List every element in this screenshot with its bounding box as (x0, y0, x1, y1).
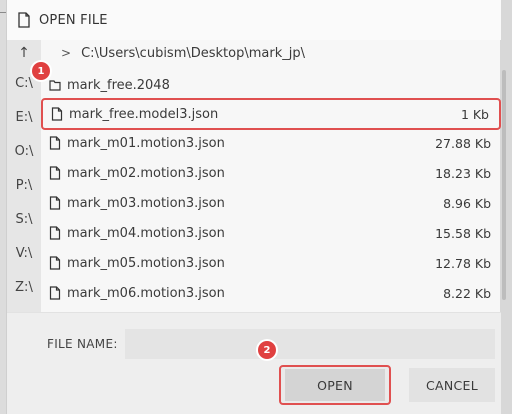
file-name: mark_m05.motion3.json (67, 255, 225, 271)
file-list: mark_free.2048 mark_free.model3.json 1 K… (41, 72, 501, 312)
file-name: mark_m06.motion3.json (67, 285, 225, 301)
list-item[interactable]: mark_m04.motion3.json 15.58 Kb (41, 218, 501, 248)
open-file-dialog: OPEN FILE ↑ C:\ E:\ O:\ P:\ S:\ V:\ Z:\ … (6, 0, 506, 414)
file-size: 18.23 Kb (435, 165, 491, 181)
file-icon (51, 107, 63, 121)
current-path: C:\Users\cubism\Desktop\mark_jp\ (81, 45, 305, 61)
drive-sidebar: ↑ C:\ E:\ O:\ P:\ S:\ V:\ Z:\ (7, 40, 41, 312)
file-size: 8.22 Kb (443, 285, 491, 301)
file-size: 15.58 Kb (435, 225, 491, 241)
file-name: mark_free.model3.json (69, 106, 219, 122)
list-item[interactable]: mark_m06.motion3.json 8.22 Kb (41, 278, 501, 308)
file-icon (18, 12, 30, 28)
open-button-label: OPEN (285, 369, 385, 401)
dialog-footer: FILE NAME: OPEN CANCEL (7, 312, 501, 414)
file-name-input[interactable] (125, 329, 495, 359)
path-breadcrumb[interactable]: > C:\Users\cubism\Desktop\mark_jp\ (41, 40, 501, 66)
list-item[interactable]: mark_m01.motion3.json 27.88 Kb (41, 128, 501, 158)
list-item-selected[interactable]: mark_free.model3.json 1 Kb (41, 98, 501, 130)
cancel-button[interactable]: CANCEL (409, 368, 495, 402)
list-item[interactable]: mark_m02.motion3.json 18.23 Kb (41, 158, 501, 188)
file-size: 8.96 Kb (443, 195, 491, 211)
chevron-right-icon: > (61, 46, 72, 60)
step-badge-2: 2 (258, 341, 276, 359)
list-item[interactable]: mark_m03.motion3.json 8.96 Kb (41, 188, 501, 218)
file-size: 1 Kb (460, 106, 489, 122)
drive-p-button[interactable]: P:\ (7, 168, 41, 202)
file-name: mark_m01.motion3.json (67, 135, 225, 151)
file-icon (49, 226, 61, 240)
drive-z-button[interactable]: Z:\ (7, 270, 41, 304)
file-icon (49, 196, 61, 210)
drive-s-button[interactable]: S:\ (7, 202, 41, 236)
dialog-titlebar: OPEN FILE (7, 0, 501, 40)
file-icon (49, 256, 61, 270)
file-list-scrollbar[interactable] (501, 66, 507, 312)
file-name: mark_m03.motion3.json (67, 195, 225, 211)
file-icon (49, 166, 61, 180)
file-name-label: FILE NAME: (47, 337, 118, 351)
file-icon (49, 286, 61, 300)
folder-icon (49, 80, 61, 91)
open-button[interactable]: OPEN (279, 365, 391, 405)
step-badge-1: 1 (32, 62, 50, 80)
file-name: mark_m04.motion3.json (67, 225, 225, 241)
file-size: 12.78 Kb (435, 255, 491, 271)
drive-v-button[interactable]: V:\ (7, 236, 41, 270)
file-size: 27.88 Kb (435, 135, 491, 151)
list-item-folder[interactable]: mark_free.2048 (41, 70, 501, 100)
list-item[interactable]: mark_m05.motion3.json 12.78 Kb (41, 248, 501, 278)
file-name: mark_m02.motion3.json (67, 165, 225, 181)
drive-e-button[interactable]: E:\ (7, 100, 41, 134)
file-icon (49, 136, 61, 150)
scrollbar-thumb[interactable] (502, 70, 506, 300)
dialog-title: OPEN FILE (39, 12, 108, 28)
drive-o-button[interactable]: O:\ (7, 134, 41, 168)
file-name: mark_free.2048 (67, 77, 170, 93)
